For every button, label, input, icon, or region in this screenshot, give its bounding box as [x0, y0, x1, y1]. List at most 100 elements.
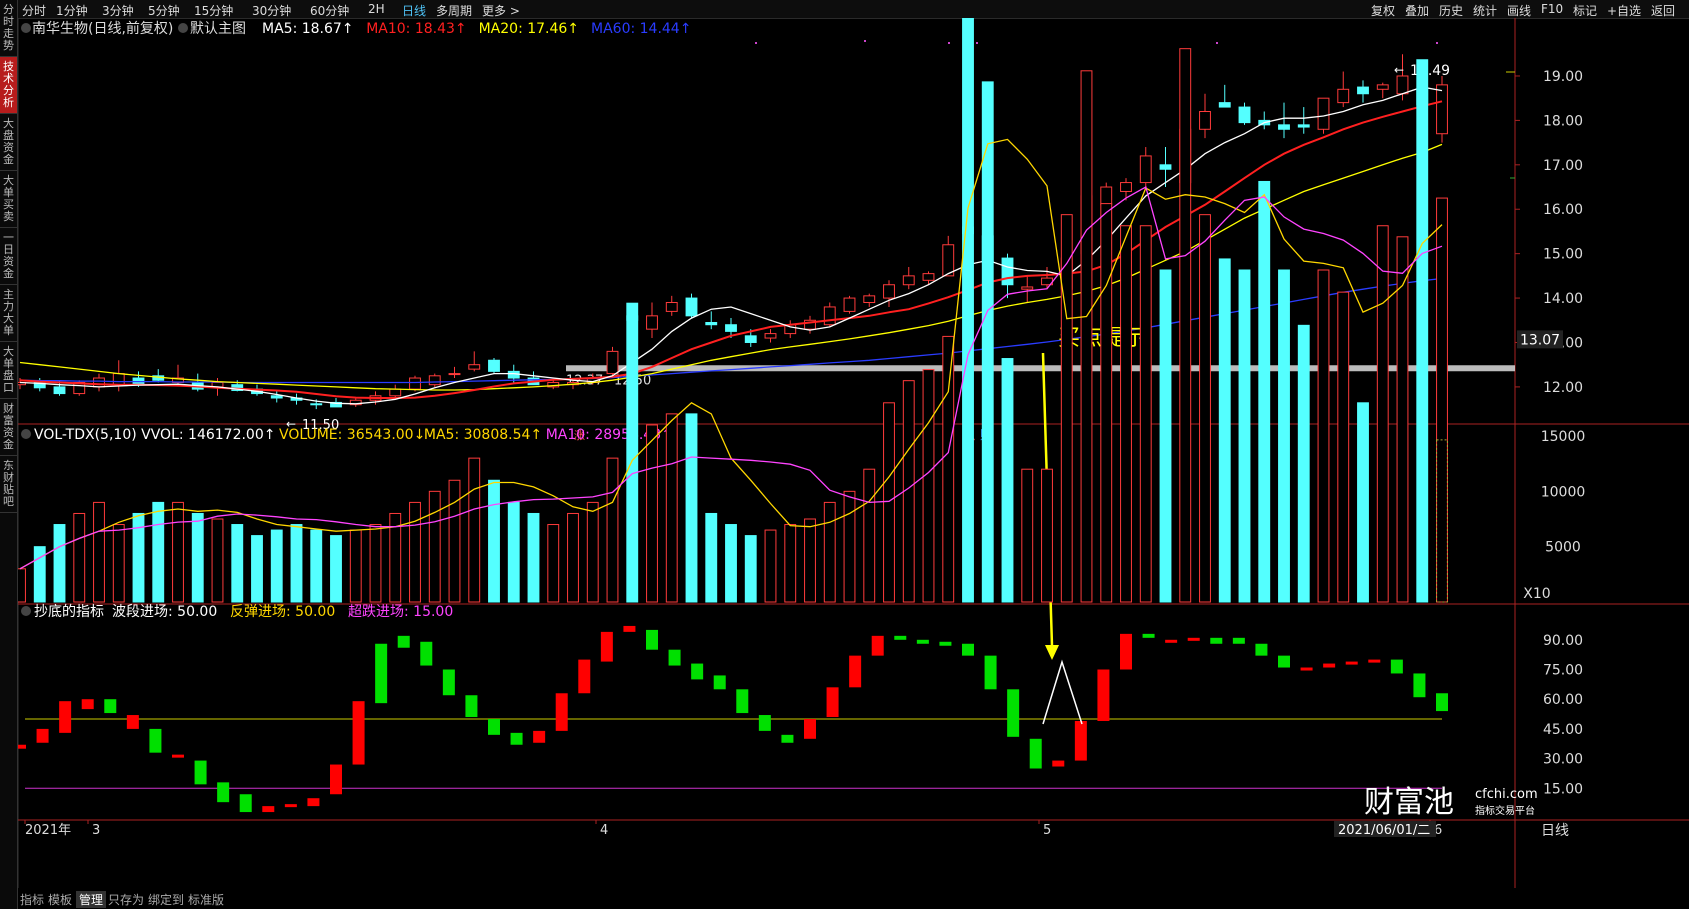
tool-4[interactable]: 画线	[1507, 2, 1531, 19]
indicator-bar	[691, 663, 704, 680]
tool-0[interactable]: 复权	[1371, 2, 1395, 19]
timeframe-10[interactable]: 更多 >	[482, 2, 520, 19]
current-price-label: 13.07	[1520, 332, 1560, 348]
sidebar-item-1[interactable]: 技术分析	[0, 57, 17, 114]
tab-indicator[interactable]: 指标	[20, 891, 44, 908]
indicator-bar	[36, 728, 49, 743]
candle-body	[488, 359, 500, 372]
tool-2[interactable]: 历史	[1439, 2, 1463, 19]
sidebar-item-3[interactable]: 大单买卖	[0, 171, 17, 228]
sidebar-item-2[interactable]: 大盘资金	[0, 114, 17, 171]
indicator-bar	[826, 687, 839, 718]
event-dot	[1216, 42, 1218, 44]
indicator-bar	[1120, 633, 1132, 670]
volume-bar	[863, 468, 876, 603]
candle-body	[270, 395, 283, 399]
tab-bind-to[interactable]: 绑定到	[148, 891, 184, 908]
indicator-bar	[352, 701, 365, 765]
timeframe-0[interactable]: 分时	[22, 2, 46, 19]
volume-bar	[1218, 258, 1231, 603]
template-gear-icon[interactable]	[178, 23, 188, 33]
candle-body	[922, 273, 935, 281]
indicator-label-2: 反弹进场: 50.00	[230, 604, 335, 620]
candle-body	[1199, 111, 1211, 130]
timeframe-9[interactable]: 多周期	[436, 2, 472, 19]
indicator-bar	[1007, 689, 1020, 737]
panel-gear-icon[interactable]	[21, 23, 31, 33]
indicator-bar	[1413, 673, 1426, 698]
indicator-tick-label: 30.00	[1543, 752, 1583, 768]
vol-gear-icon[interactable]	[21, 429, 31, 439]
indicator-bar	[1436, 693, 1448, 712]
candle-body	[902, 275, 915, 286]
tab-template[interactable]: 模板	[48, 891, 72, 908]
tab-save-as[interactable]: 只存为	[108, 891, 144, 908]
tab-manage[interactable]: 管理	[76, 891, 107, 908]
volume-bar	[448, 479, 461, 603]
volume-bar	[1179, 48, 1192, 603]
indicator-bar	[149, 728, 162, 753]
tool-1[interactable]: 叠加	[1405, 2, 1429, 19]
volume-bar	[152, 501, 165, 603]
sidebar-item-6[interactable]: 大单盘口	[0, 342, 17, 399]
sidebar-item-0[interactable]: 分时走势	[0, 0, 17, 57]
volume-bar	[1100, 203, 1113, 603]
indicator-bar	[578, 659, 591, 694]
volume-bar	[1120, 225, 1132, 603]
indicator-bar	[510, 732, 523, 745]
timeframe-4[interactable]: 15分钟	[194, 2, 233, 19]
volume-bar	[1041, 468, 1053, 603]
tool-7[interactable]: +自选	[1607, 2, 1641, 19]
candle-body	[468, 364, 481, 370]
timeframe-8[interactable]: 日线	[402, 2, 426, 19]
sidebar-item-4[interactable]: 一日资金	[0, 228, 17, 285]
timeframe-5[interactable]: 30分钟	[252, 2, 291, 19]
volume-bar	[665, 413, 678, 603]
timeframe-1[interactable]: 1分钟	[56, 2, 88, 19]
timeframe-toolbar: 分时 1分钟 3分钟 5分钟 15分钟 30分钟 60分钟 2H 日线 多周期 更多 > 返回 +自选标…	[18, 0, 1689, 19]
volume-bar	[1021, 468, 1034, 603]
indicator-bar	[1074, 720, 1087, 761]
indicator-bar	[713, 675, 726, 690]
candle-body	[53, 386, 66, 395]
volume-bar	[1337, 291, 1350, 603]
volume-bar	[1238, 269, 1251, 603]
event-dot	[948, 42, 950, 44]
candle-body	[863, 295, 876, 304]
indicator-bar	[962, 643, 974, 656]
candle-body	[764, 333, 777, 339]
volume-bar	[1001, 358, 1014, 603]
sidebar-item-5[interactable]: 主力大单	[0, 285, 17, 342]
ind-gear-icon[interactable]	[21, 606, 31, 616]
timeframe-2[interactable]: 3分钟	[102, 2, 134, 19]
volume-tick-label: 15000	[1541, 429, 1586, 445]
indicator-bar	[81, 699, 94, 710]
timeframe-7[interactable]: 2H	[368, 2, 385, 16]
indicator-bar	[871, 635, 884, 656]
tab-standard[interactable]: 标准版	[188, 891, 224, 908]
tool-3[interactable]: 统计	[1473, 2, 1497, 19]
timeframe-3[interactable]: 5分钟	[148, 2, 180, 19]
sidebar-item-8[interactable]: 东财贴吧	[0, 456, 17, 513]
volume-bar	[1199, 214, 1211, 603]
candle-body	[705, 322, 718, 326]
x-axis-label: 2021年	[25, 823, 71, 838]
indicator-bar	[781, 734, 794, 743]
indicator-peak-mark	[1042, 659, 1083, 725]
timeframe-6[interactable]: 60分钟	[310, 2, 349, 19]
tool-6[interactable]: 标记	[1573, 2, 1597, 19]
price-tick-label: 15.00	[1543, 247, 1583, 263]
indicator-bar	[1210, 637, 1223, 644]
volume-bar	[1297, 324, 1310, 603]
tool-8[interactable]: 返回	[1651, 2, 1675, 19]
volume-tick-label: 5000	[1545, 540, 1581, 556]
chart-canvas[interactable]: 19.0018.0017.0016.0015.0014.0013.0012.00…	[18, 18, 1689, 888]
candle-body	[1436, 84, 1448, 135]
sidebar-item-7[interactable]: 财富资金	[0, 399, 17, 456]
tool-5[interactable]: F10	[1541, 2, 1563, 16]
volume-label-0: VOL-TDX(5,10) VVOL: 146172.00↑	[34, 427, 275, 443]
volume-bar	[468, 457, 481, 603]
indicator-bar	[1232, 637, 1245, 644]
indicator-bar	[984, 655, 997, 690]
volume-bar	[1376, 225, 1389, 603]
